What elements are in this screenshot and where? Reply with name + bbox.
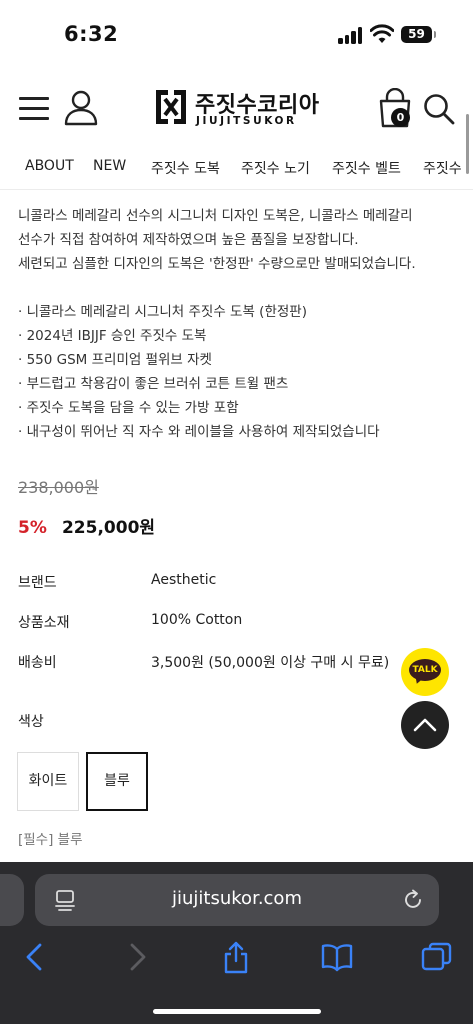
description-line: 세련되고 심플한 디자인의 도복은 '한정판' 수량으로만 발매되었습니다. (18, 256, 416, 272)
previous-tab-preview[interactable] (0, 874, 24, 926)
shipping-value: 3,500원 (50,000원 이상 구매 시 무료) (151, 655, 390, 671)
material-value: 100% Cotton (151, 612, 243, 628)
logo-english-text: JIUJITSUKOR (196, 115, 297, 127)
nav-item-new[interactable]: NEW (93, 158, 126, 174)
color-label: 색상 (18, 714, 44, 730)
sale-price-row: 5% 225,000원 (18, 513, 156, 538)
feature-item: · 2024년 IBJJF 승인 주짓수 도복 (18, 328, 207, 344)
wifi-icon (370, 24, 394, 43)
description-line: 니콜라스 메레갈리 선수의 시그니처 디자인 도복은, 니콜라스 메레갈리 (18, 208, 413, 224)
user-icon[interactable] (64, 90, 98, 126)
color-option-blue[interactable]: 블루 (86, 752, 148, 811)
brand-logo[interactable]: 주짓수코리아 JIUJITSUKOR (154, 88, 324, 128)
browser-toolbar: jiujitsukor.com (0, 862, 473, 1024)
kakao-talk-button[interactable]: TALK (401, 648, 449, 696)
search-icon[interactable] (422, 92, 456, 126)
status-bar: 6:32 59 (0, 0, 473, 70)
nav-item-about[interactable]: ABOUT (25, 158, 74, 174)
address-bar[interactable]: jiujitsukor.com (35, 874, 439, 926)
feature-item: · 주짓수 도복을 담을 수 있는 가방 포함 (18, 400, 239, 416)
brand-label: 브랜드 (18, 575, 57, 591)
description-line: 선수가 직접 참여하여 제작하였으며 높은 품질을 보장합니다. (18, 232, 359, 248)
category-nav: ABOUT NEW 주짓수 도복 주짓수 노기 주짓수 벨트 주짓수 (0, 150, 473, 190)
feature-item: · 내구성이 뛰어난 직 자수 와 레이블을 사용하여 제작되었습니다 (18, 424, 380, 440)
back-icon[interactable] (18, 940, 52, 974)
status-time: 6:32 (64, 22, 119, 46)
battery-icon: 59 (401, 26, 436, 43)
kakao-talk-icon: TALK (409, 659, 441, 681)
shipping-label: 배송비 (18, 655, 57, 671)
tabs-icon[interactable] (420, 940, 454, 974)
nav-item-jiujitsu-nogi[interactable]: 주짓수 노기 (241, 158, 310, 178)
scroll-top-button[interactable] (401, 701, 449, 749)
product-description: 니콜라스 메레갈리 선수의 시그니처 디자인 도복은, 니콜라스 메레갈리 선수… (18, 204, 463, 276)
color-option-white[interactable]: 화이트 (17, 752, 79, 811)
forward-icon[interactable] (120, 940, 154, 974)
chevron-up-icon (413, 718, 437, 732)
original-price: 238,000원 (18, 478, 99, 497)
brand-value: Aesthetic (151, 572, 217, 588)
material-label: 상품소재 (18, 615, 70, 631)
feature-list: · 니콜라스 메레갈리 시그니처 주짓수 도복 (한정판) · 2024년 IB… (18, 300, 380, 444)
menu-icon[interactable] (19, 97, 49, 121)
cellular-signal-icon (338, 26, 364, 44)
cart-count-badge: 0 (391, 108, 410, 127)
selected-option-note: [필수] 블루 (18, 832, 83, 848)
site-header: 주짓수코리아 JIUJITSUKOR 0 (0, 70, 473, 150)
nav-item-jiujitsu-gi[interactable]: 주짓수 도복 (151, 158, 220, 178)
discount-rate: 5% (18, 518, 47, 538)
feature-item: · 니콜라스 메레갈리 시그니처 주짓수 도복 (한정판) (18, 304, 307, 320)
home-indicator (153, 1009, 321, 1014)
feature-item: · 550 GSM 프리미엄 펄위브 자켓 (18, 352, 212, 368)
nav-item-jiujitsu-more[interactable]: 주짓수 (423, 158, 462, 178)
share-icon[interactable] (219, 940, 253, 974)
feature-item: · 부드럽고 착용감이 좋은 브러쉬 코튼 트윌 팬츠 (18, 376, 289, 392)
url-text: jiujitsukor.com (172, 888, 302, 909)
reload-icon[interactable] (402, 889, 424, 911)
logo-mark-icon (156, 90, 186, 124)
bookmarks-icon[interactable] (320, 940, 354, 974)
nav-item-jiujitsu-belt[interactable]: 주짓수 벨트 (332, 158, 401, 178)
sale-price: 225,000원 (61, 518, 156, 538)
